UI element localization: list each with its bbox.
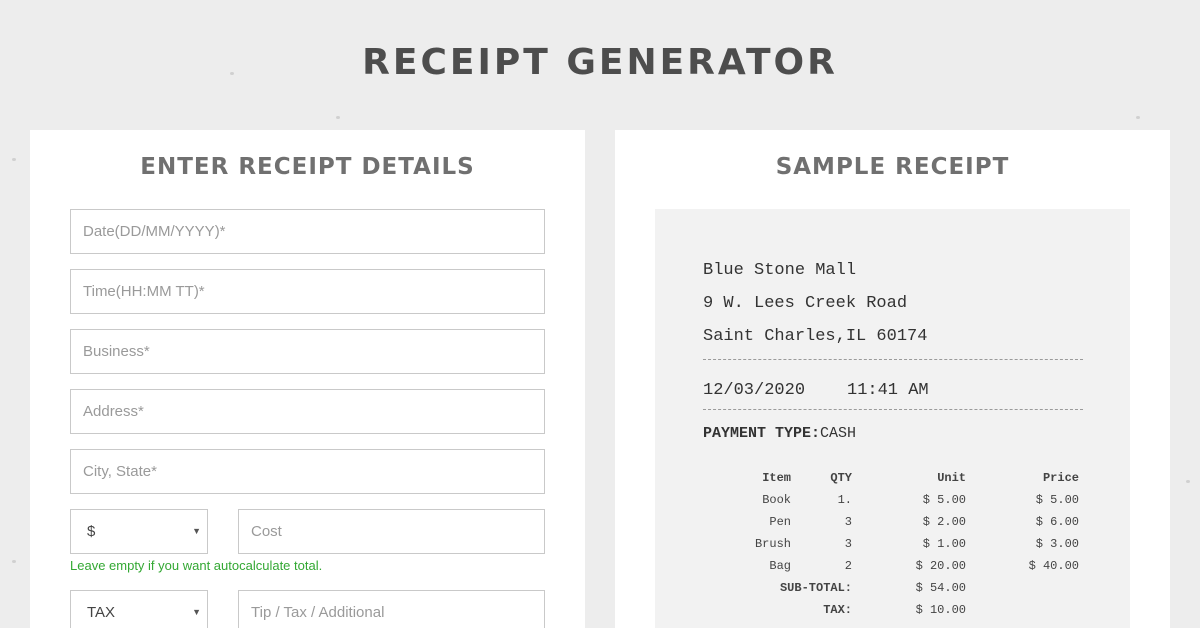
address-input[interactable] <box>83 391 532 432</box>
tip-tax-field[interactable] <box>238 590 545 628</box>
chevron-down-icon: ▼ <box>192 526 201 536</box>
tax-type-select[interactable]: TAX ▼ <box>70 590 208 628</box>
table-cell-price: $ 40.00 <box>1028 559 1079 573</box>
form-title: ENTER RECEIPT DETAILS <box>140 154 475 180</box>
background-speck <box>12 560 16 563</box>
business-field[interactable] <box>70 329 545 374</box>
currency-select-value: $ <box>87 523 96 540</box>
tax-type-select-value: TAX <box>87 604 116 621</box>
city-state-field[interactable] <box>70 449 545 494</box>
sample-title: SAMPLE RECEIPT <box>775 154 1010 180</box>
receipt-city: Saint Charles,IL 60174 <box>703 327 928 346</box>
date-field[interactable] <box>70 209 545 254</box>
col-header-qty: QTY <box>830 471 852 485</box>
table-cell-unit: $ 1.00 <box>922 537 966 551</box>
subtotal-value: $ 54.00 <box>915 581 966 595</box>
chevron-down-icon: ▼ <box>192 607 201 617</box>
tax-label: TAX: <box>823 603 852 617</box>
autocalculate-hint: Leave empty if you want autocalculate to… <box>70 558 323 573</box>
receipt-date: 12/03/2020 <box>703 381 806 400</box>
col-header-price: Price <box>1042 471 1079 485</box>
receipt-business: Blue Stone Mall <box>703 261 857 280</box>
receipt-details-form: ENTER RECEIPT DETAILS $ ▼ Leave empty if… <box>30 130 585 628</box>
receipt-address: 9 W. Lees Creek Road <box>703 294 908 313</box>
city-state-input[interactable] <box>83 451 532 492</box>
tax-value: $ 10.00 <box>915 603 966 617</box>
table-cell-price: $ 5.00 <box>1035 493 1079 507</box>
payment-type-value: CASH <box>820 425 857 442</box>
sample-receipt-card: SAMPLE RECEIPT Blue Stone Mall 9 W. Lees… <box>615 130 1170 628</box>
col-header-unit: Unit <box>937 471 966 485</box>
background-speck <box>12 158 16 161</box>
table-cell-qty: 3 <box>844 537 852 551</box>
table-cell-unit: $ 20.00 <box>915 559 966 573</box>
table-cell-unit: $ 2.00 <box>922 515 966 529</box>
col-header-item: Item <box>762 471 791 485</box>
receipt-divider <box>703 409 1083 410</box>
table-cell-item: Brush <box>754 537 791 551</box>
payment-type: PAYMENT TYPE:CASH <box>703 425 856 442</box>
table-cell-qty: 2 <box>844 559 852 573</box>
cost-field[interactable] <box>238 509 545 554</box>
page-title: RECEIPT GENERATOR <box>362 42 838 83</box>
business-input[interactable] <box>83 331 532 372</box>
background-speck <box>1186 480 1190 483</box>
table-cell-price: $ 6.00 <box>1035 515 1079 529</box>
payment-type-label: PAYMENT TYPE: <box>703 425 821 442</box>
table-cell-item: Pen <box>769 515 791 529</box>
time-input[interactable] <box>83 271 532 312</box>
background-speck <box>1136 116 1140 119</box>
address-field[interactable] <box>70 389 545 434</box>
tip-tax-input[interactable] <box>251 592 532 628</box>
table-cell-price: $ 3.00 <box>1035 537 1079 551</box>
table-cell-item: Bag <box>769 559 791 573</box>
receipt-time: 11:41 AM <box>847 381 929 400</box>
table-cell-qty: 3 <box>844 515 852 529</box>
receipt-divider <box>703 359 1083 360</box>
table-cell-item: Book <box>762 493 791 507</box>
date-input[interactable] <box>83 211 532 252</box>
time-field[interactable] <box>70 269 545 314</box>
table-cell-qty: 1. <box>837 493 852 507</box>
cost-input[interactable] <box>251 511 532 552</box>
table-cell-unit: $ 5.00 <box>922 493 966 507</box>
background-speck <box>336 116 340 119</box>
receipt-paper: Blue Stone Mall 9 W. Lees Creek Road Sai… <box>655 209 1130 628</box>
subtotal-label: SUB-TOTAL: <box>779 581 852 595</box>
currency-select[interactable]: $ ▼ <box>70 509 208 554</box>
